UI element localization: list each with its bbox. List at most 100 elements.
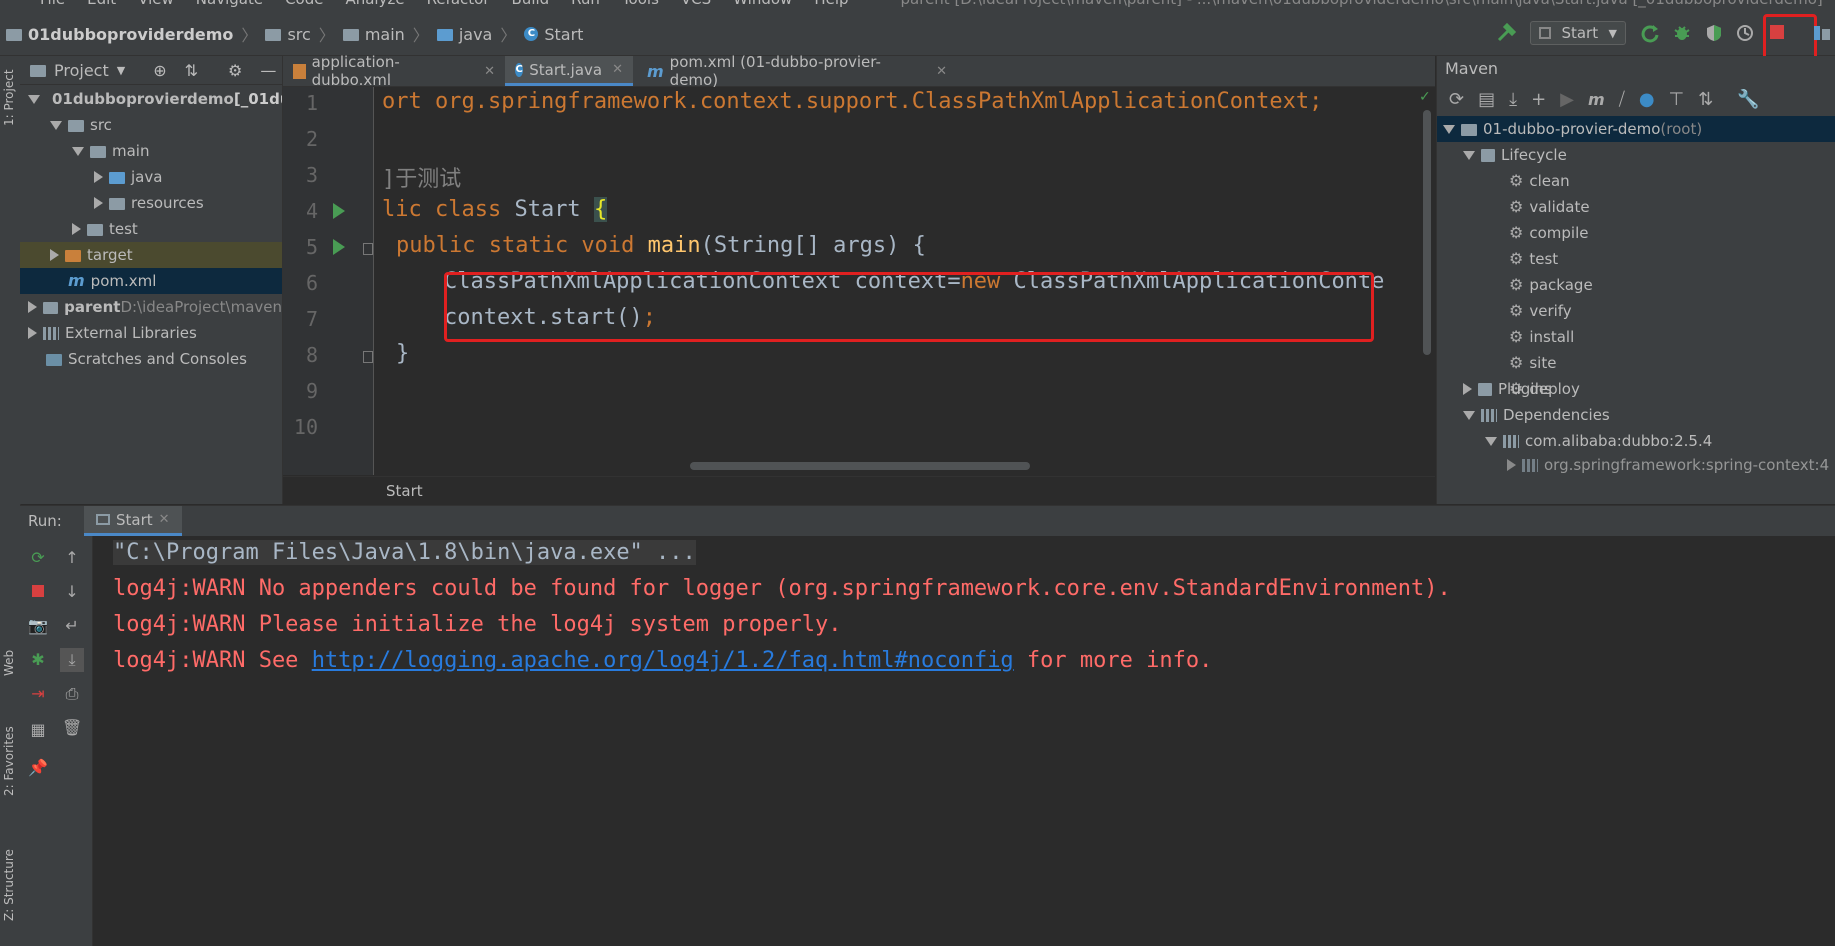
collapse-arrow-icon[interactable] (94, 171, 103, 183)
reload-icon[interactable]: ⟳ (1449, 89, 1464, 110)
maven-lifecycle[interactable]: Lifecycle (1463, 142, 1567, 168)
breadcrumb-file[interactable]: Start (544, 25, 583, 44)
add-folder-icon[interactable]: ▤ (1478, 89, 1495, 110)
camera-icon[interactable]: 📷 (28, 616, 48, 636)
run-configuration-select[interactable]: Start ▼ (1530, 21, 1626, 45)
expand-arrow-icon[interactable] (28, 94, 40, 104)
plus-icon[interactable]: + (1531, 89, 1546, 110)
dependency-dubbo[interactable]: com.alibaba:dubbo:2.5.4 (1485, 428, 1712, 454)
breadcrumb-src[interactable]: src (287, 25, 310, 44)
menu-file[interactable]: File (40, 0, 65, 8)
tab-start-java[interactable]: C Start.java ✕ (505, 56, 633, 86)
menu-view[interactable]: View (138, 0, 174, 8)
pin-icon[interactable]: 📌 (28, 758, 48, 778)
collapse-arrow-icon[interactable] (94, 197, 103, 209)
expand-arrow-icon[interactable] (1485, 436, 1497, 446)
gear-icon[interactable]: ⚙ (228, 61, 242, 80)
download-icon[interactable]: ⤓ (1509, 89, 1517, 110)
menu-help[interactable]: Help (814, 0, 848, 8)
stop-icon[interactable] (28, 582, 48, 602)
skip-tests-icon[interactable]: ● (1639, 89, 1655, 110)
maven-dependencies[interactable]: Dependencies (1463, 402, 1610, 428)
dependency-spring-context[interactable]: org.springframework:spring-context:4 (1507, 452, 1829, 478)
print-icon[interactable]: ⎙ (62, 684, 82, 704)
phase-package[interactable]: ⚙ package (1509, 272, 1593, 298)
locate-icon[interactable]: ⊕ (153, 61, 166, 80)
coverage-icon[interactable] (1704, 23, 1724, 43)
trash-icon[interactable]: 🗑 (62, 718, 82, 738)
close-icon[interactable]: ✕ (936, 64, 947, 79)
tree-item-pom-xml[interactable]: m pom.xml (20, 268, 282, 294)
phase-validate[interactable]: ⚙ validate (1509, 194, 1590, 220)
breadcrumb-main[interactable]: main (365, 25, 405, 44)
soft-wrap-icon[interactable]: ↵ (62, 616, 82, 636)
editor-breadcrumb-item[interactable]: Start (386, 482, 423, 500)
rerun-icon[interactable]: ⟳ (28, 548, 48, 568)
tab-application-dubbo-xml[interactable]: application-dubbo.xml ✕ (283, 53, 505, 89)
web-tool-window-button[interactable]: Web (2, 650, 16, 676)
tree-item-test[interactable]: test (20, 216, 282, 242)
tree-item-parent[interactable]: parent D:\ideaProject\maven (20, 294, 282, 320)
fold-icon[interactable] (363, 351, 373, 363)
phase-compile[interactable]: ⚙ compile (1509, 220, 1588, 246)
run-class-gutter-icon[interactable] (333, 203, 345, 219)
exit-icon[interactable]: ⇥ (28, 684, 48, 704)
expand-arrow-icon[interactable] (72, 146, 84, 156)
expand-arrow-icon[interactable] (1463, 410, 1475, 420)
menu-code[interactable]: Code (285, 0, 323, 8)
tree-item-java[interactable]: java (20, 164, 282, 190)
project-structure-icon[interactable] (1812, 23, 1832, 43)
tab-pom-xml[interactable]: m pom.xml (01-dubbo-provier-demo) ✕ (637, 53, 957, 89)
tree-item-scratches-and-consoles[interactable]: Scratches and Consoles (20, 346, 282, 372)
menu-edit[interactable]: Edit (87, 0, 116, 8)
expand-arrow-icon[interactable] (1463, 383, 1472, 395)
faq-link[interactable]: http://logging.apache.org/log4j/1.2/faq.… (312, 648, 1014, 673)
expand-arrow-icon[interactable] (1463, 150, 1475, 160)
menu-refactor[interactable]: Refactor (427, 0, 490, 8)
project-panel-title[interactable]: Project (54, 61, 109, 80)
maven-plugins[interactable]: Plugins (1463, 376, 1552, 402)
wrench-icon[interactable]: 🔧 (1737, 89, 1759, 110)
collapse-icon[interactable]: ⇅ (1698, 89, 1713, 110)
maven-root[interactable]: 01-dubbo-provier-demo (root) (1437, 116, 1835, 142)
hide-icon[interactable]: — (260, 61, 276, 80)
tree-item-01dubboprovierdemo[interactable]: 01dubboprovierdemo [_01du (20, 86, 282, 112)
phase-install[interactable]: ⚙ install (1509, 324, 1574, 350)
menu-window[interactable]: Window (733, 0, 792, 8)
run-tab-start[interactable]: Start ✕ (84, 506, 182, 536)
close-icon[interactable]: ✕ (484, 64, 495, 79)
collapse-arrow-icon[interactable] (50, 249, 59, 261)
vertical-scrollbar[interactable] (1423, 110, 1431, 355)
collapse-arrow-icon[interactable] (72, 223, 81, 235)
expand-arrow-icon[interactable] (1507, 459, 1516, 471)
close-icon[interactable]: ✕ (159, 512, 170, 527)
menu-build[interactable]: Build (512, 0, 550, 8)
menu-vcs[interactable]: VCS (681, 0, 711, 8)
rerun-icon[interactable] (1640, 23, 1660, 43)
tree-item-resources[interactable]: resources (20, 190, 282, 216)
menu-run[interactable]: Run (571, 0, 600, 8)
favorites-tool-window-button[interactable]: 2: Favorites (2, 726, 16, 796)
tree-item-main[interactable]: main (20, 138, 282, 164)
breadcrumb-java[interactable]: java (459, 25, 493, 44)
tree-item-target[interactable]: target (20, 242, 282, 268)
run-main-gutter-icon[interactable] (333, 239, 345, 255)
structure-tool-window-button[interactable]: Z: Structure (2, 849, 16, 921)
console-output[interactable]: "C:\Program Files\Java\1.8\bin\java.exe"… (93, 536, 1835, 946)
hammer-build-icon[interactable] (1496, 23, 1516, 43)
phase-verify[interactable]: ⚙ verify (1509, 298, 1572, 324)
show-deps-icon[interactable]: ⊤ (1669, 89, 1685, 110)
phase-site[interactable]: ⚙ site (1509, 350, 1556, 376)
profile-icon[interactable] (1736, 23, 1756, 43)
collapse-arrow-icon[interactable] (28, 301, 37, 313)
menu-analyze[interactable]: Analyze (345, 0, 404, 8)
menu-tools[interactable]: Tools (622, 0, 659, 8)
tree-item-external-libraries[interactable]: External Libraries (20, 320, 282, 346)
phase-test[interactable]: ⚙ test (1509, 246, 1558, 272)
project-tool-window-button[interactable]: 1: Project (2, 69, 16, 126)
debug-icon[interactable] (1672, 23, 1692, 43)
expand-arrow-icon[interactable] (1443, 124, 1455, 134)
chevron-down-icon[interactable]: ▼ (117, 64, 125, 77)
collapse-arrow-icon[interactable] (28, 327, 37, 339)
scroll-to-end-icon[interactable]: ⤓ (60, 648, 84, 672)
